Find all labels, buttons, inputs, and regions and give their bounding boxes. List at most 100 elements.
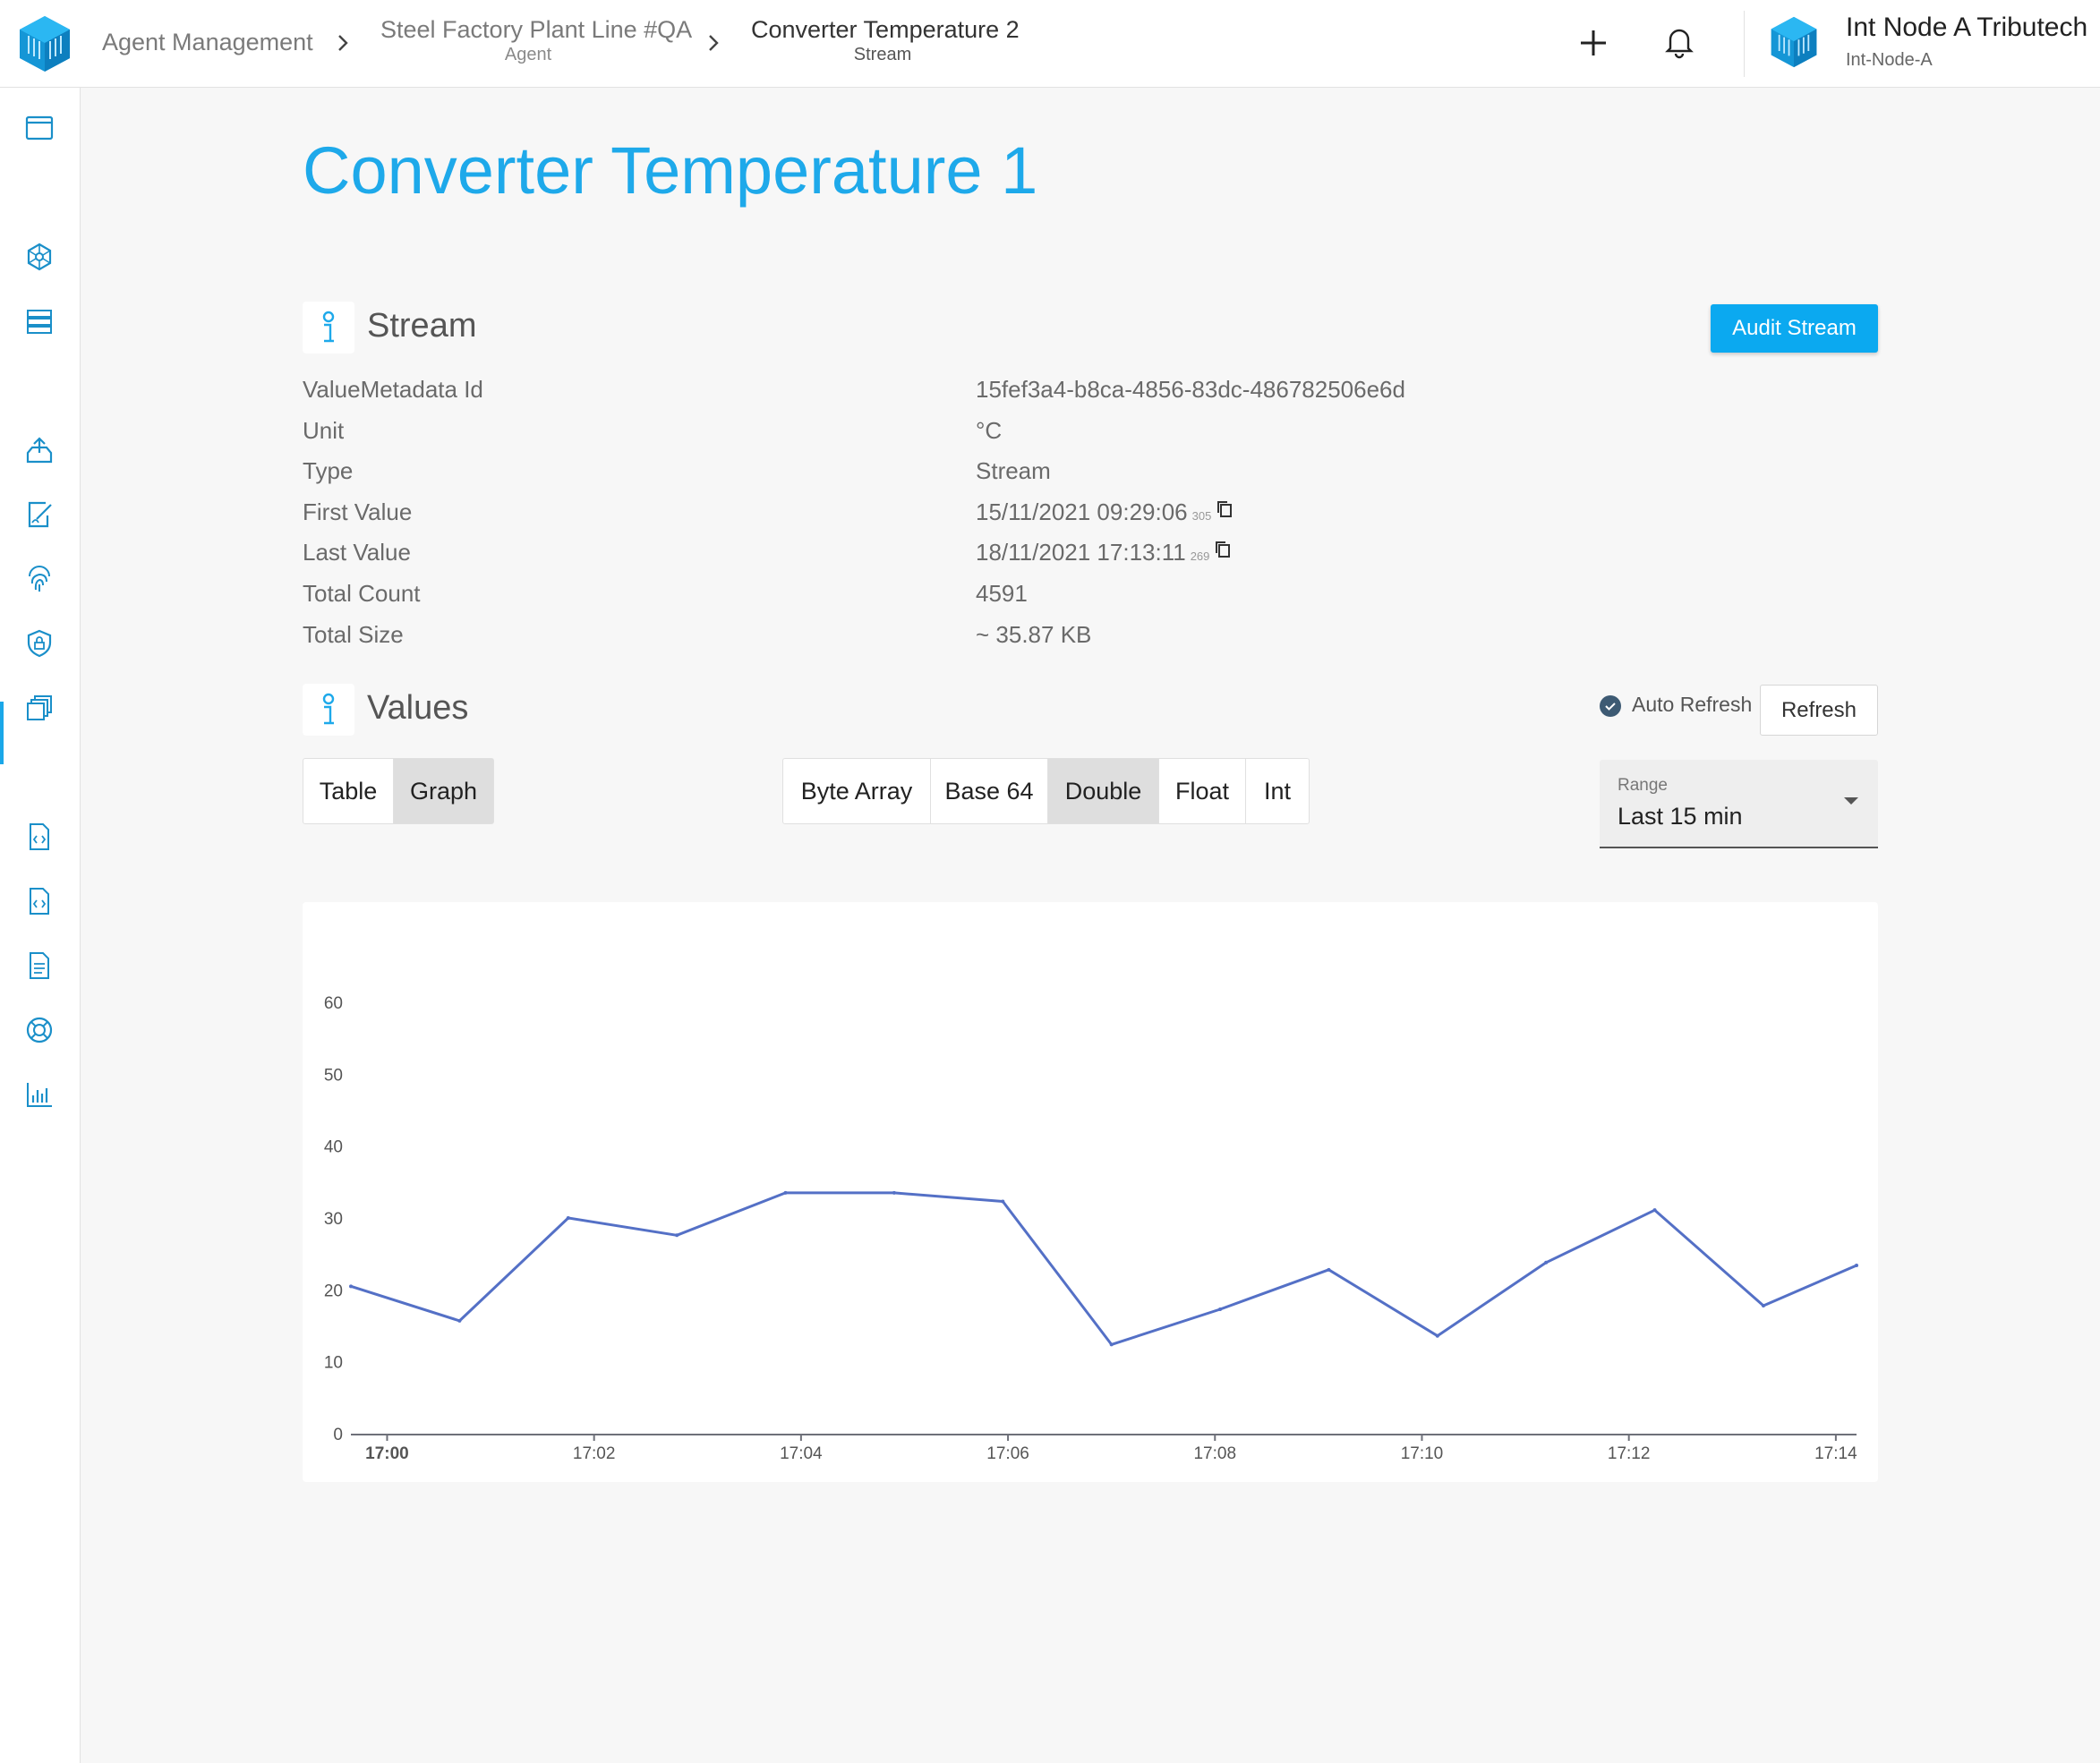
unit-label: Unit — [303, 417, 345, 444]
auto-refresh-checkbox[interactable] — [1600, 695, 1621, 717]
unit-value: °C — [976, 417, 1003, 444]
x-tick-label: 17:12 — [1608, 1444, 1651, 1463]
top-divider — [1744, 11, 1745, 77]
bar-chart-icon[interactable] — [24, 1079, 55, 1110]
y-tick-label: 50 — [324, 1066, 343, 1085]
code-file-icon[interactable] — [24, 822, 55, 852]
shield-lock-icon[interactable] — [24, 628, 55, 659]
view-toggle: Table Graph — [303, 758, 494, 824]
data-point — [566, 1216, 570, 1220]
tab-int[interactable]: Int — [1246, 759, 1309, 823]
range-select[interactable]: Range Last 15 min — [1600, 760, 1878, 848]
dropdown-caret-icon — [1844, 797, 1858, 805]
data-point — [783, 1190, 788, 1195]
data-point — [1001, 1199, 1005, 1204]
valuemetadata-id-value: 15fef3a4-b8ca-4856-83dc-486782506e6d — [976, 376, 1405, 403]
total-size-value: ~ 35.87 KB — [976, 621, 1092, 648]
sign-document-icon[interactable] — [24, 499, 55, 530]
node-id: Int-Node-A — [1846, 50, 1933, 70]
data-point — [1435, 1333, 1439, 1338]
y-tick-label: 0 — [333, 1426, 343, 1444]
info-icon — [303, 302, 354, 353]
refresh-button[interactable]: Refresh — [1760, 685, 1878, 736]
window-icon[interactable] — [24, 113, 55, 143]
tributech-logo[interactable] — [16, 14, 73, 73]
data-point — [1761, 1304, 1765, 1308]
x-tick-label: 17:00 — [365, 1444, 409, 1463]
tab-float[interactable]: Float — [1159, 759, 1246, 823]
sidebar-active-indicator — [0, 702, 4, 764]
first-value-ms: 305 — [1191, 509, 1212, 523]
y-tick-label: 60 — [324, 994, 343, 1013]
y-tick-label: 30 — [324, 1210, 343, 1229]
range-label: Range — [1618, 776, 1668, 795]
last-value-row: 18/11/2021 17:13:11 269 — [976, 539, 1231, 566]
data-point — [1327, 1267, 1331, 1272]
data-point — [1218, 1307, 1223, 1312]
stream-section-title: Stream — [367, 307, 477, 345]
first-value-row: 15/11/2021 09:29:06 305 — [976, 498, 1233, 526]
total-count-value: 4591 — [976, 580, 1028, 607]
layers-icon[interactable] — [24, 693, 55, 723]
breadcrumb-agent-management[interactable]: Agent Management — [102, 29, 313, 56]
breadcrumb-agent-type: Agent — [504, 45, 552, 64]
x-tick-label: 17:06 — [986, 1444, 1029, 1463]
y-tick-label: 10 — [324, 1354, 343, 1373]
sidebar — [0, 88, 81, 1763]
y-tick-label: 20 — [324, 1282, 343, 1300]
breadcrumb-stream-type: Stream — [853, 45, 912, 64]
copy-icon[interactable] — [1216, 500, 1233, 518]
cube-network-icon[interactable] — [24, 242, 55, 272]
x-tick-label: 17:04 — [780, 1444, 823, 1463]
info-icon — [303, 684, 354, 736]
copy-icon[interactable] — [1215, 541, 1231, 558]
tab-base-64[interactable]: Base 64 — [931, 759, 1048, 823]
last-value-ms: 269 — [1190, 549, 1210, 563]
first-value-label: First Value — [303, 498, 413, 525]
tab-byte-array[interactable]: Byte Array — [783, 759, 931, 823]
bell-icon[interactable] — [1661, 23, 1697, 59]
total-count-label: Total Count — [303, 580, 421, 607]
tab-table[interactable]: Table — [303, 759, 394, 823]
data-point — [349, 1284, 353, 1289]
data-point — [892, 1190, 896, 1195]
line-chart: 0 10 20 30 40 50 60 17:00 17:02 17:04 17:06 17:08 17… — [324, 994, 1858, 1463]
node-name[interactable]: Int Node A Tributech — [1846, 13, 2087, 43]
breadcrumb-agent[interactable]: Steel Factory Plant Line #QA — [380, 16, 692, 44]
code-file-icon[interactable] — [24, 886, 55, 916]
chevron-right-icon — [338, 35, 348, 51]
auto-refresh-label[interactable]: Auto Refresh — [1632, 693, 1752, 717]
fingerprint-icon[interactable] — [24, 564, 55, 594]
upload-tray-icon[interactable] — [24, 435, 55, 465]
type-value: Stream — [976, 457, 1051, 484]
server-icon[interactable] — [24, 306, 55, 336]
data-point — [1855, 1264, 1858, 1268]
x-tick-label: 17:10 — [1401, 1444, 1444, 1463]
data-point — [1109, 1342, 1114, 1347]
last-value-timestamp: 18/11/2021 17:13:11 — [976, 539, 1186, 566]
data-point — [675, 1233, 679, 1238]
chevron-right-icon — [709, 35, 719, 51]
data-point — [457, 1318, 462, 1323]
values-section-title: Values — [367, 689, 469, 727]
last-value-label: Last Value — [303, 539, 411, 566]
type-label: Type — [303, 457, 354, 484]
total-size-label: Total Size — [303, 621, 404, 648]
range-value: Last 15 min — [1618, 803, 1743, 830]
format-toggle: Byte Array Base 64 Double Float Int — [782, 758, 1310, 824]
series-line — [350, 1191, 1857, 1346]
audit-stream-button[interactable]: Audit Stream — [1711, 304, 1878, 353]
node-avatar[interactable] — [1768, 14, 1820, 70]
add-icon[interactable] — [1575, 25, 1611, 61]
top-bar: Agent Management Steel Factory Plant Lin… — [0, 0, 2100, 88]
x-tick-label: 17:08 — [1193, 1444, 1236, 1463]
data-point — [1652, 1208, 1657, 1213]
data-point — [1544, 1260, 1549, 1265]
tab-double[interactable]: Double — [1048, 759, 1159, 823]
lifebuoy-icon[interactable] — [24, 1015, 55, 1045]
tab-graph[interactable]: Graph — [394, 759, 493, 823]
y-tick-label: 40 — [324, 1138, 343, 1157]
page-title: Converter Temperature 1 — [303, 133, 1038, 208]
valuemetadata-id-label: ValueMetadata Id — [303, 376, 483, 403]
document-icon[interactable] — [24, 950, 55, 981]
